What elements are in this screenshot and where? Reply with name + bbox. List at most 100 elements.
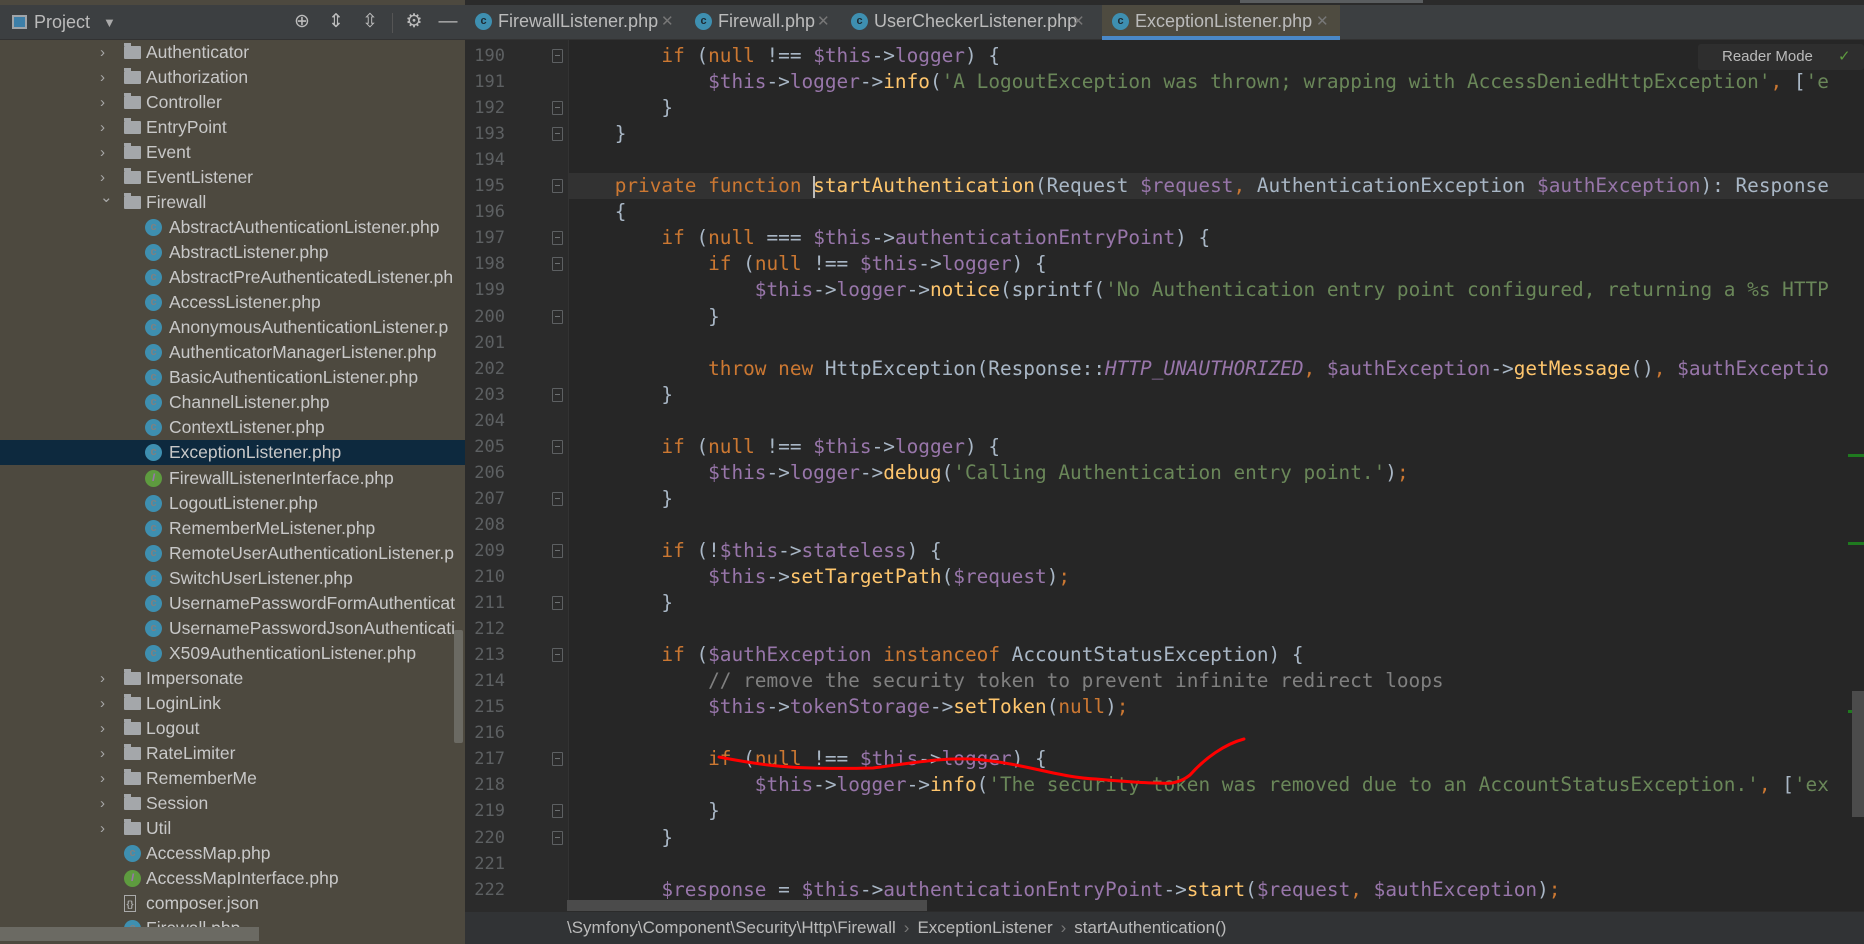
- tree-folder[interactable]: › Impersonate: [0, 666, 465, 691]
- chevron-right-icon[interactable]: ›: [100, 741, 105, 766]
- inspection-ok-check-icon[interactable]: ✓: [1838, 44, 1851, 70]
- code-line[interactable]: // remove the security token to prevent …: [568, 668, 1443, 694]
- tree-file[interactable]: c AnonymousAuthenticationListener.p: [0, 315, 465, 340]
- code-line[interactable]: if (null !== $this->logger) {: [568, 434, 1000, 460]
- project-view-selector[interactable]: Project: [34, 12, 90, 33]
- tree-file[interactable]: c ContextListener.php: [0, 415, 465, 440]
- code-editor[interactable]: 190 191 192 193 194 195 196 197 198 199 200 201 202 2…: [465, 40, 1864, 911]
- code-line[interactable]: }: [568, 95, 673, 121]
- breadcrumb-namespace[interactable]: \Symfony\Component\Security\Http\Firewal…: [567, 918, 896, 937]
- chevron-right-icon[interactable]: ›: [100, 716, 105, 741]
- code-line[interactable]: if ($authException instanceof AccountSta…: [568, 642, 1303, 668]
- tree-file[interactable]: c X509AuthenticationListener.php: [0, 641, 465, 666]
- chevron-right-icon[interactable]: ›: [100, 666, 105, 691]
- chevron-down-icon[interactable]: ▼: [103, 15, 116, 30]
- chevron-right-icon[interactable]: ›: [100, 766, 105, 791]
- tree-folder[interactable]: › Authorization: [0, 65, 465, 90]
- tab-firewall[interactable]: c Firewall.php ✕: [685, 5, 841, 40]
- tree-file[interactable]: c AbstractListener.php: [0, 240, 465, 265]
- code-line[interactable]: if (null !== $this->logger) {: [568, 746, 1047, 772]
- tree-folder[interactable]: › EntryPoint: [0, 115, 465, 140]
- tree-folder[interactable]: › RateLimiter: [0, 741, 465, 766]
- tree-file[interactable]: c RememberMeListener.php: [0, 516, 465, 541]
- tree-file[interactable]: c UsernamePasswordFormAuthenticat: [0, 591, 465, 616]
- breadcrumb-method[interactable]: startAuthentication(): [1074, 918, 1226, 937]
- expand-all-icon[interactable]: ⇕: [324, 10, 348, 34]
- tree-file[interactable]: c ChannelListener.php: [0, 390, 465, 415]
- fold-end-icon[interactable]: [552, 804, 563, 819]
- tree-folder[interactable]: › Session: [0, 791, 465, 816]
- tree-file[interactable]: I AccessMapInterface.php: [0, 866, 465, 891]
- code-line[interactable]: }: [568, 798, 720, 824]
- tree-file[interactable]: c ExceptionListener.php: [0, 440, 465, 466]
- tree-folder[interactable]: › EventListener: [0, 165, 465, 190]
- code-line[interactable]: {: [568, 199, 627, 225]
- code-line[interactable]: if (null !== $this->logger) {: [568, 43, 1000, 69]
- tree-file[interactable]: c BasicAuthenticationListener.php: [0, 365, 465, 390]
- locate-file-icon[interactable]: ⊕: [290, 10, 314, 34]
- change-marker[interactable]: [1848, 542, 1864, 545]
- chevron-right-icon[interactable]: ›: [100, 90, 105, 115]
- code-line[interactable]: throw new HttpException(Response::HTTP_U…: [568, 356, 1829, 382]
- tree-file[interactable]: I FirewallListenerInterface.php: [0, 466, 465, 491]
- fold-end-icon[interactable]: [552, 101, 563, 116]
- fold-end-icon[interactable]: [552, 491, 563, 506]
- chevron-right-icon[interactable]: ›: [100, 40, 105, 65]
- gear-icon[interactable]: ⚙: [402, 10, 426, 34]
- window-drag-handle[interactable]: [1240, 0, 1423, 3]
- code-line[interactable]: }: [568, 590, 673, 616]
- code-line[interactable]: $this->logger->info('A LogoutException w…: [568, 69, 1829, 95]
- tab-usercheckerlistener[interactable]: c UserCheckerListener.php ✕: [841, 5, 1096, 40]
- close-icon[interactable]: ✕: [661, 5, 674, 38]
- tree-folder[interactable]: › RememberMe: [0, 766, 465, 791]
- tree-file[interactable]: c AccessListener.php: [0, 290, 465, 315]
- fold-start-icon[interactable]: [552, 231, 563, 246]
- breadcrumb-class[interactable]: ExceptionListener: [917, 918, 1052, 937]
- code-line[interactable]: }: [568, 825, 673, 851]
- fold-end-icon[interactable]: [552, 830, 563, 845]
- code-line[interactable]: $response = $this->authenticationEntryPo…: [568, 877, 1560, 903]
- code-line[interactable]: if (null !== $this->logger) {: [568, 251, 1047, 277]
- close-icon[interactable]: ✕: [1072, 5, 1085, 38]
- fold-end-icon[interactable]: [552, 387, 563, 402]
- fold-start-icon[interactable]: [552, 257, 563, 272]
- tree-folder[interactable]: › Event: [0, 140, 465, 165]
- chevron-right-icon[interactable]: ›: [100, 791, 105, 816]
- tree-folder[interactable]: › Controller: [0, 90, 465, 115]
- fold-start-icon[interactable]: [552, 49, 563, 63]
- chevron-right-icon[interactable]: ›: [100, 140, 105, 165]
- tree-file[interactable]: c AbstractAuthenticationListener.php: [0, 215, 465, 240]
- chevron-right-icon[interactable]: ›: [100, 115, 105, 140]
- code-line[interactable]: if (!$this->stateless) {: [568, 538, 941, 564]
- code-line[interactable]: }: [568, 382, 673, 408]
- code-line[interactable]: if (null === $this->authenticationEntryP…: [568, 225, 1210, 251]
- tree-file[interactable]: c RemoteUserAuthenticationListener.p: [0, 541, 465, 566]
- tree-file[interactable]: {} composer.json: [0, 891, 465, 916]
- fold-end-icon[interactable]: [552, 309, 563, 324]
- fold-end-icon[interactable]: [552, 127, 563, 142]
- collapse-all-icon[interactable]: ⇳: [358, 10, 382, 34]
- tree-file[interactable]: c SwitchUserListener.php: [0, 566, 465, 591]
- change-marker[interactable]: [1848, 454, 1864, 457]
- reader-mode-toggle[interactable]: Reader Mode ✓: [1698, 44, 1864, 70]
- tab-exceptionlistener[interactable]: c ExceptionListener.php ✕: [1102, 5, 1340, 40]
- tree-file[interactable]: c UsernamePasswordJsonAuthenticati: [0, 616, 465, 641]
- tree-folder[interactable]: ⌄ Firewall: [0, 189, 465, 215]
- tab-firewalllistener[interactable]: c FirewallListener.php ✕: [465, 5, 685, 40]
- fold-start-icon[interactable]: [552, 179, 563, 194]
- code-line[interactable]: $this->logger->debug('Calling Authentica…: [568, 460, 1409, 486]
- minimize-icon[interactable]: —: [436, 10, 460, 34]
- close-icon[interactable]: ✕: [817, 5, 830, 38]
- code-line[interactable]: $this->logger->notice(sprintf('No Authen…: [568, 277, 1829, 303]
- tree-folder[interactable]: › LoginLink: [0, 691, 465, 716]
- project-tree-horizontal-scrollbar[interactable]: [0, 927, 259, 941]
- close-icon[interactable]: ✕: [1316, 5, 1329, 38]
- fold-start-icon[interactable]: [552, 439, 563, 454]
- chevron-right-icon[interactable]: ›: [100, 65, 105, 90]
- tree-folder[interactable]: › Authenticator: [0, 40, 465, 65]
- tree-file[interactable]: c AccessMap.php: [0, 841, 465, 866]
- tree-folder[interactable]: › Logout: [0, 716, 465, 741]
- tree-file[interactable]: c AbstractPreAuthenticatedListener.ph: [0, 265, 465, 290]
- code-line[interactable]: $this->logger->info('The security token …: [568, 772, 1829, 798]
- tree-file[interactable]: c AuthenticatorManagerListener.php: [0, 340, 465, 365]
